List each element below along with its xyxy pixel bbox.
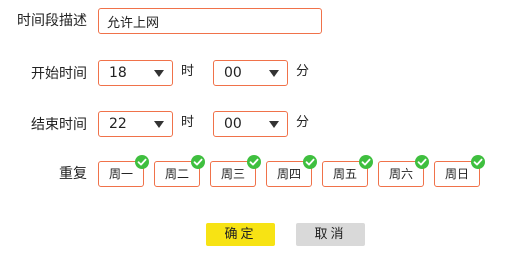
description-input[interactable] <box>98 8 322 34</box>
check-circle-icon <box>191 155 205 169</box>
start-hour-select[interactable]: 18 <box>98 60 173 86</box>
start-minute-value: 00 <box>224 65 242 81</box>
day-chip-sat[interactable]: 周六 <box>378 155 429 187</box>
check-circle-icon <box>359 155 373 169</box>
caret-down-icon <box>154 70 164 77</box>
end-minute-unit: 分 <box>296 115 310 130</box>
end-hour-select[interactable]: 22 <box>98 111 173 137</box>
start-minute-unit: 分 <box>296 64 310 79</box>
check-circle-icon <box>471 155 485 169</box>
start-time-label: 开始时间 <box>31 66 87 82</box>
check-circle-icon <box>303 155 317 169</box>
check-circle-icon <box>247 155 261 169</box>
day-chip-thu[interactable]: 周四 <box>266 155 317 187</box>
end-minute-value: 00 <box>224 116 242 132</box>
end-hour-unit: 时 <box>181 115 195 130</box>
check-circle-icon <box>415 155 429 169</box>
start-minute-select[interactable]: 00 <box>213 60 288 86</box>
end-hour-value: 22 <box>109 116 127 132</box>
confirm-button[interactable]: 确定 <box>206 223 275 246</box>
end-time-label: 结束时间 <box>31 117 87 133</box>
day-chip-mon[interactable]: 周一 <box>98 155 149 187</box>
caret-down-icon <box>269 70 279 77</box>
day-chip-fri[interactable]: 周五 <box>322 155 373 187</box>
day-chip-tue[interactable]: 周二 <box>154 155 205 187</box>
day-chip-sun[interactable]: 周日 <box>434 155 485 187</box>
caret-down-icon <box>154 121 164 128</box>
start-hour-value: 18 <box>109 65 127 81</box>
caret-down-icon <box>269 121 279 128</box>
start-hour-unit: 时 <box>181 64 195 79</box>
cancel-button[interactable]: 取消 <box>296 223 365 246</box>
day-chip-wed[interactable]: 周三 <box>210 155 261 187</box>
end-minute-select[interactable]: 00 <box>213 111 288 137</box>
check-circle-icon <box>135 155 149 169</box>
description-label: 时间段描述 <box>17 13 87 29</box>
repeat-label: 重复 <box>59 166 87 182</box>
